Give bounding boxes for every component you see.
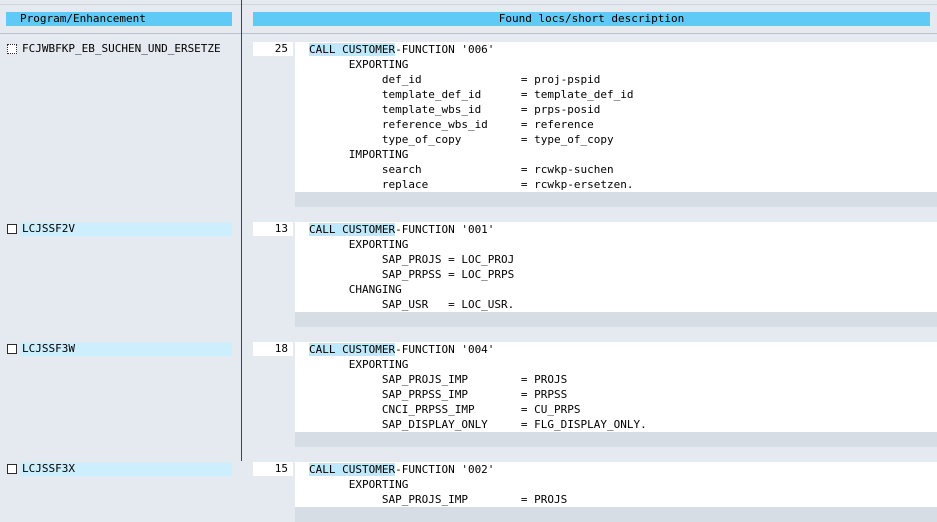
code-text: SAP_DISPLAY_ONLY = FLG_DISPLAY_ONLY. <box>309 418 647 431</box>
code-line: template_def_id = template_def_id <box>295 87 937 102</box>
block-separator <box>295 432 937 447</box>
code-text: SAP_USR = LOC_USR. <box>309 298 515 311</box>
header-separator <box>0 33 937 34</box>
block-separator <box>295 312 937 327</box>
code-line: EXPORTING <box>295 357 937 372</box>
code-line: EXPORTING <box>295 237 937 252</box>
column-header-program[interactable]: Program/Enhancement <box>6 12 232 26</box>
code-text: def_id = proj-pspid <box>309 73 601 86</box>
code-line: EXPORTING <box>295 477 937 492</box>
line-number: 15 <box>253 462 293 476</box>
code-line: CALL CUSTOMER-FUNCTION '001' <box>295 222 937 237</box>
code-snippet[interactable]: CALL CUSTOMER-FUNCTION '002' EXPORTING S… <box>295 462 937 507</box>
column-header-found-locations[interactable]: Found locs/short description <box>253 12 930 26</box>
code-text: EXPORTING <box>309 58 409 71</box>
code-text: EXPORTING <box>309 358 409 371</box>
program-name[interactable]: LCJSSF3W <box>20 342 232 356</box>
select-checkbox[interactable] <box>7 44 17 54</box>
code-text: type_of_copy = type_of_copy <box>309 133 614 146</box>
block-separator <box>295 507 937 522</box>
line-number: 18 <box>253 342 293 356</box>
code-text: replace = rcwkp-ersetzen. <box>309 178 634 191</box>
column-divider <box>241 0 242 461</box>
code-line: def_id = proj-pspid <box>295 72 937 87</box>
code-text: SAP_PROJS = LOC_PROJ <box>309 253 515 266</box>
search-hit-highlight: CALL CUSTOMER <box>309 343 396 356</box>
line-number: 25 <box>253 42 293 56</box>
code-line: SAP_USR = LOC_USR. <box>295 297 937 312</box>
code-text: template_def_id = template_def_id <box>309 88 634 101</box>
select-checkbox[interactable] <box>7 464 17 474</box>
code-snippet[interactable]: CALL CUSTOMER-FUNCTION '001' EXPORTING S… <box>295 222 937 312</box>
code-line: CNCI_PRPSS_IMP = CU_PRPS <box>295 402 937 417</box>
code-line: IMPORTING <box>295 147 937 162</box>
top-border <box>0 4 937 5</box>
code-text: CNCI_PRPSS_IMP = CU_PRPS <box>309 403 581 416</box>
code-text: SAP_PROJS_IMP = PROJS <box>309 373 568 386</box>
code-line: type_of_copy = type_of_copy <box>295 132 937 147</box>
code-line: CALL CUSTOMER-FUNCTION '002' <box>295 462 937 477</box>
code-text: IMPORTING <box>309 148 409 161</box>
program-name[interactable]: LCJSSF3X <box>20 462 232 476</box>
code-line: reference_wbs_id = reference <box>295 117 937 132</box>
code-line: SAP_PROJS_IMP = PROJS <box>295 492 937 507</box>
code-line: SAP_PRPSS_IMP = PRPSS <box>295 387 937 402</box>
code-text: template_wbs_id = prps-posid <box>309 103 601 116</box>
search-hit-highlight: CALL CUSTOMER <box>309 223 396 236</box>
code-line: CALL CUSTOMER-FUNCTION '006' <box>295 42 937 57</box>
code-text: SAP_PROJS_IMP = PROJS <box>309 493 568 506</box>
code-text: SAP_PRPSS = LOC_PRPS <box>309 268 515 281</box>
select-checkbox[interactable] <box>7 224 17 234</box>
code-text: EXPORTING <box>309 478 409 491</box>
code-text: reference_wbs_id = reference <box>309 118 594 131</box>
code-line: EXPORTING <box>295 57 937 72</box>
code-line: CALL CUSTOMER-FUNCTION '004' <box>295 342 937 357</box>
code-line: SAP_PROJS = LOC_PROJ <box>295 252 937 267</box>
code-text: CHANGING <box>309 283 402 296</box>
code-text: EXPORTING <box>309 238 409 251</box>
code-text: -FUNCTION '002' <box>395 463 495 476</box>
code-text: SAP_PRPSS_IMP = PRPSS <box>309 388 568 401</box>
program-name[interactable]: LCJSSF2V <box>20 222 232 236</box>
program-name[interactable]: FCJWBFKP_EB_SUCHEN_UND_ERSETZE <box>20 42 232 56</box>
code-line: CHANGING <box>295 282 937 297</box>
select-checkbox[interactable] <box>7 344 17 354</box>
block-separator <box>295 192 937 207</box>
column-header-program-label: Program/Enhancement <box>20 12 146 25</box>
code-line: search = rcwkp-suchen <box>295 162 937 177</box>
code-text: -FUNCTION '006' <box>395 43 495 56</box>
code-snippet[interactable]: CALL CUSTOMER-FUNCTION '004' EXPORTING S… <box>295 342 937 432</box>
code-text: search = rcwkp-suchen <box>309 163 614 176</box>
code-line: replace = rcwkp-ersetzen. <box>295 177 937 192</box>
code-snippet[interactable]: CALL CUSTOMER-FUNCTION '006' EXPORTING d… <box>295 42 937 192</box>
code-line: SAP_DISPLAY_ONLY = FLG_DISPLAY_ONLY. <box>295 417 937 432</box>
code-line: SAP_PROJS_IMP = PROJS <box>295 372 937 387</box>
code-text: -FUNCTION '004' <box>395 343 495 356</box>
code-line: template_wbs_id = prps-posid <box>295 102 937 117</box>
code-text: -FUNCTION '001' <box>395 223 495 236</box>
code-line: SAP_PRPSS = LOC_PRPS <box>295 267 937 282</box>
search-hit-highlight: CALL CUSTOMER <box>309 463 396 476</box>
search-hit-highlight: CALL CUSTOMER <box>309 43 396 56</box>
line-number: 13 <box>253 222 293 236</box>
